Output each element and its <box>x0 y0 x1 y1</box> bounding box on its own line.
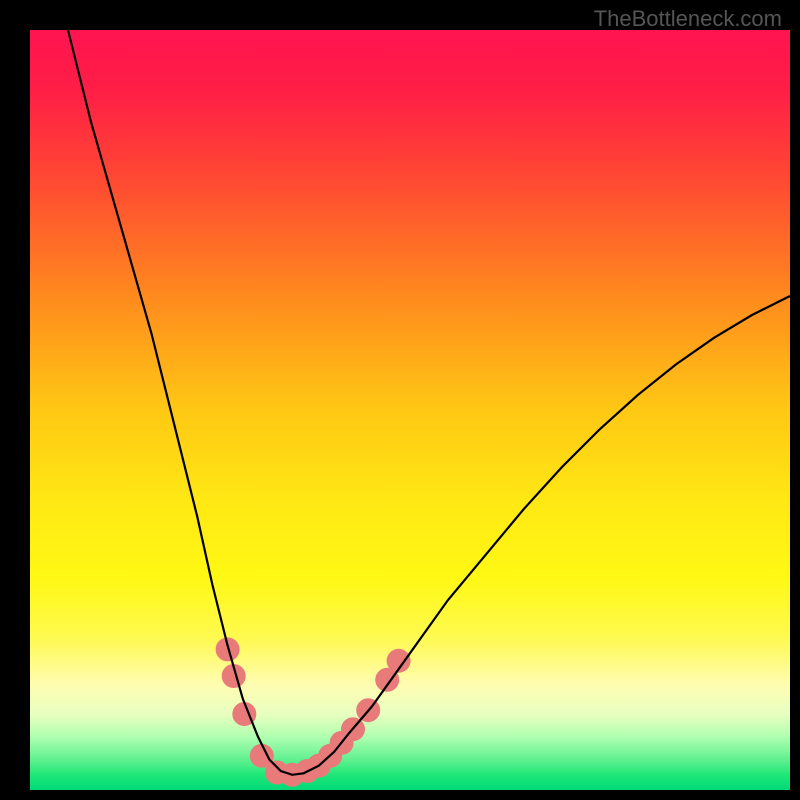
bottleneck-chart <box>30 30 790 790</box>
plot-area <box>30 30 790 790</box>
gradient-background <box>30 30 790 790</box>
watermark-text: TheBottleneck.com <box>594 6 782 32</box>
